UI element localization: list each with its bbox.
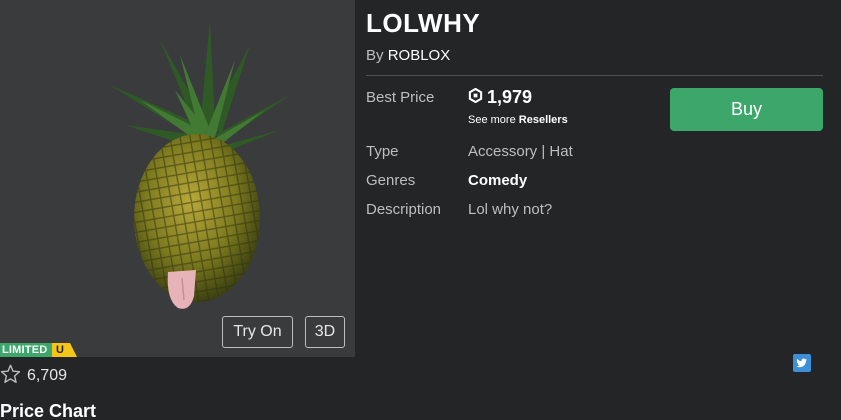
view-3d-button[interactable]: 3D bbox=[305, 316, 345, 348]
resellers-link[interactable]: Resellers bbox=[519, 114, 568, 126]
description-label: Description bbox=[366, 201, 442, 218]
item-title: LOLWHY bbox=[366, 8, 481, 38]
creator-link[interactable]: ROBLOX bbox=[388, 47, 451, 64]
limited-unique-badge: LIMITED U bbox=[0, 343, 77, 357]
robux-icon bbox=[468, 87, 483, 108]
by-prefix: By bbox=[366, 47, 384, 64]
see-more-prefix: See more bbox=[468, 114, 516, 126]
type-value: Accessory | Hat bbox=[468, 143, 573, 160]
favorite-count: 6,709 bbox=[27, 367, 68, 384]
price-chart-heading: Price Chart bbox=[0, 401, 97, 420]
pineapple-image bbox=[110, 20, 290, 309]
item-thumbnail: Try On 3D bbox=[0, 0, 355, 357]
best-price-label: Best Price bbox=[366, 89, 435, 106]
type-label: Type bbox=[366, 143, 399, 160]
see-more-resellers: See more Resellers bbox=[468, 114, 568, 126]
favorite-control[interactable]: 6,709 bbox=[0, 364, 68, 389]
price-display: 1,979 bbox=[468, 87, 532, 108]
try-on-button[interactable]: Try On bbox=[222, 316, 293, 348]
creator-line: By ROBLOX bbox=[366, 47, 450, 64]
unique-label: U bbox=[56, 344, 64, 356]
star-outline-icon[interactable] bbox=[0, 364, 21, 389]
buy-button[interactable]: Buy bbox=[670, 88, 823, 131]
genres-label: Genres bbox=[366, 172, 416, 189]
price-value: 1,979 bbox=[487, 87, 533, 107]
twitter-icon[interactable] bbox=[793, 354, 811, 372]
limited-label: LIMITED bbox=[2, 344, 48, 356]
genres-value[interactable]: Comedy bbox=[468, 172, 527, 189]
description-value: Lol why not? bbox=[468, 201, 553, 218]
divider bbox=[366, 75, 823, 76]
